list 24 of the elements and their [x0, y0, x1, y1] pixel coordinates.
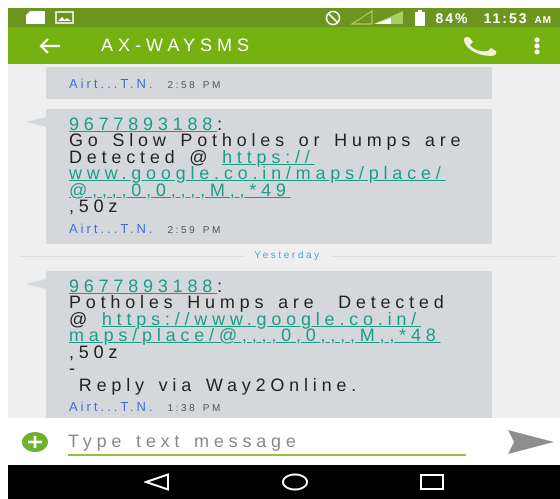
sender-name: Airt...T.N. — [69, 76, 156, 90]
sd-card-icon — [26, 11, 45, 24]
signal-icon — [351, 10, 406, 25]
message-text: Reply via Way2Online. — [78, 374, 362, 394]
add-attachment-icon[interactable] — [22, 432, 48, 452]
image-icon — [55, 11, 74, 24]
sender-name: Airt...T.N. — [69, 220, 156, 236]
battery-icon — [415, 10, 426, 26]
phone-icon[interactable] — [462, 36, 498, 56]
overflow-menu-icon[interactable] — [534, 36, 540, 54]
clock: 11:53 AM — [484, 10, 552, 26]
message-input-field[interactable]: Type text message — [68, 428, 466, 456]
message-time: 2:59 PM — [167, 224, 223, 236]
send-icon[interactable] — [508, 430, 554, 454]
back-icon[interactable] — [144, 473, 170, 491]
back-arrow-icon[interactable] — [39, 38, 61, 54]
message-time: 1:38 PM — [167, 403, 223, 414]
message-time: 2:58 PM — [167, 80, 223, 90]
recent-apps-icon[interactable] — [420, 474, 444, 490]
home-icon[interactable] — [282, 473, 308, 491]
do-not-disturb-icon — [325, 10, 342, 26]
sender-name: Airt...T.N. — [69, 399, 156, 414]
battery-level: 84% — [435, 10, 470, 26]
conversation-title: AX-WAYSMS — [101, 35, 256, 56]
